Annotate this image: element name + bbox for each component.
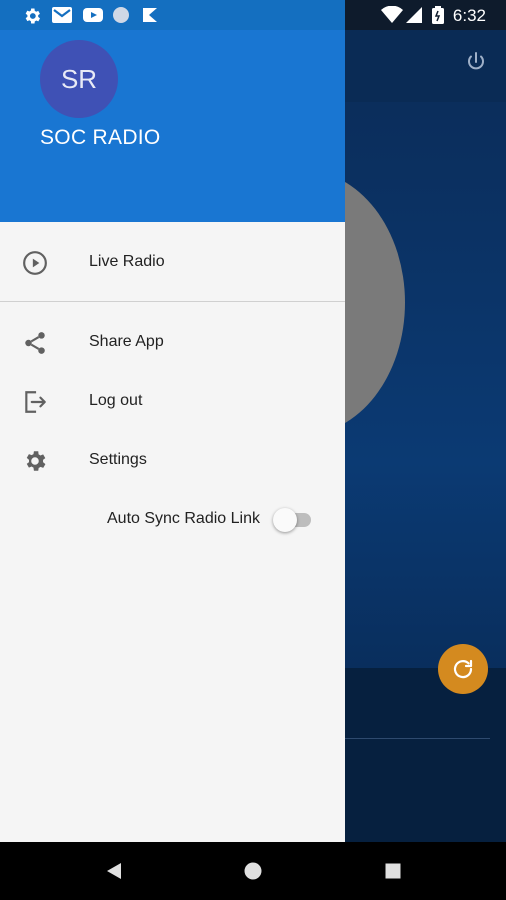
notification-icon	[143, 8, 157, 22]
status-time: 6:32	[452, 6, 486, 25]
drawer-header: SR SOC RADIO	[0, 30, 345, 222]
menu-item-log-out[interactable]: Log out	[0, 372, 345, 430]
refresh-button[interactable]	[438, 644, 488, 694]
back-icon[interactable]	[103, 860, 125, 882]
app-name: SOC RADIO	[40, 126, 161, 149]
menu-item-settings[interactable]: Settings	[0, 431, 345, 489]
refresh-icon	[453, 659, 473, 679]
wifi-icon	[381, 6, 403, 23]
youtube-icon	[83, 8, 103, 22]
auto-sync-toggle[interactable]	[273, 506, 313, 532]
menu-item-share-app[interactable]: Share App	[0, 313, 345, 371]
status-bar: 6:32	[0, 0, 506, 30]
menu-divider	[0, 301, 345, 302]
gmail-icon	[52, 7, 72, 23]
home-icon[interactable]	[242, 860, 264, 882]
menu-item-live-radio[interactable]: Live Radio	[0, 233, 345, 291]
logout-icon	[25, 391, 46, 413]
menu-item-label: Share App	[89, 333, 164, 350]
play-circle-icon	[23, 251, 47, 275]
divider	[345, 738, 490, 739]
gear-icon	[26, 451, 46, 471]
cellular-icon	[406, 7, 422, 23]
navigation-drawer: SR SOC RADIO Live Radio Share App Log ou…	[0, 30, 345, 842]
menu-item-label: Log out	[89, 392, 143, 409]
avatar[interactable]: SR	[40, 40, 118, 118]
battery-icon	[432, 6, 444, 24]
menu-item-label: Live Radio	[89, 253, 165, 270]
auto-sync-label: Auto Sync Radio Link	[107, 510, 260, 527]
share-icon	[25, 332, 45, 354]
navigation-bar	[0, 842, 506, 900]
recents-icon[interactable]	[382, 860, 404, 882]
avatar-initials: SR	[60, 63, 98, 94]
toggle-thumb	[273, 508, 297, 532]
menu-item-label: Settings	[89, 451, 147, 468]
power-icon[interactable]	[464, 50, 488, 74]
circle-icon	[113, 7, 129, 23]
gear-icon	[25, 8, 40, 24]
